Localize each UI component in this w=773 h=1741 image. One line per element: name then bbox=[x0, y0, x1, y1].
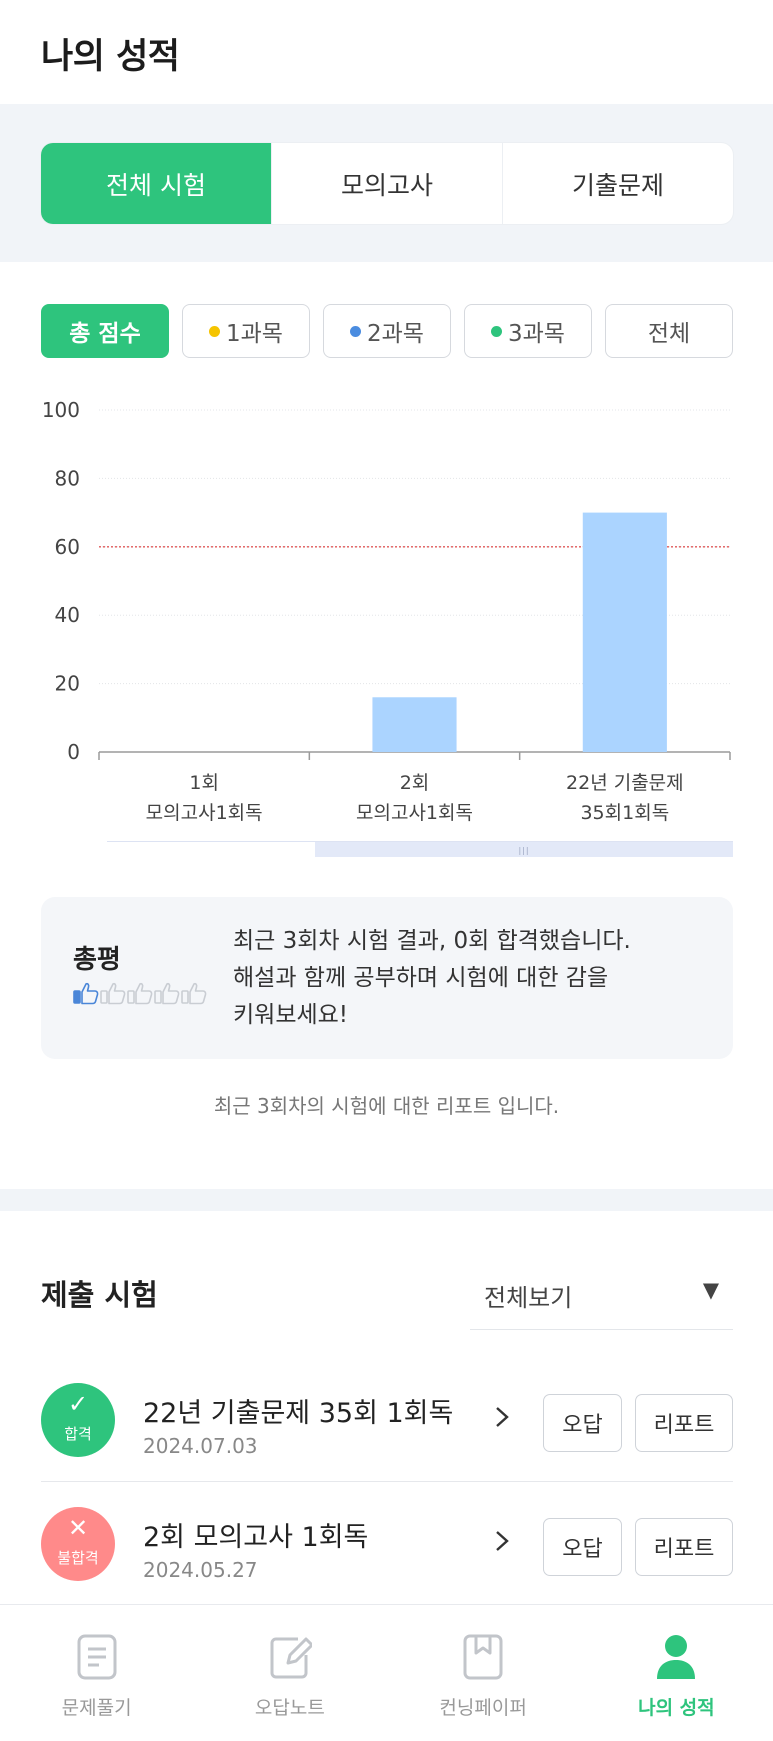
filter-label: 총 점수 bbox=[69, 321, 141, 347]
wrong-answers-button[interactable]: 오답 bbox=[543, 1518, 622, 1576]
pass-badge: ✓ 합격 bbox=[41, 1383, 115, 1457]
scrollbar-thumb[interactable]: ||| bbox=[315, 842, 733, 857]
filter-label: 2과목 bbox=[367, 321, 424, 347]
select-value: 전체보기 bbox=[484, 1284, 573, 1312]
tab-past-exam[interactable]: 기출문제 bbox=[502, 143, 733, 224]
report-button[interactable]: 리포트 bbox=[635, 1394, 733, 1452]
exam-date: 2024.07.03 bbox=[143, 1434, 258, 1458]
cross-icon: ✕ bbox=[67, 1514, 89, 1542]
x-tick-label: 모의고사1회독 bbox=[356, 802, 473, 824]
score-bar-chart: 0 20 40 60 80 100 1회모의고사1회독 2회모의고사1회독 22년 기출문제 35… bbox=[42, 398, 731, 824]
subject-filter: 총 점수 1과목 2과목 3과목 전체 bbox=[41, 304, 733, 359]
header: 나의 성적 bbox=[0, 0, 773, 104]
filter-subject-1[interactable]: 1과목 bbox=[182, 304, 310, 358]
review-line: 최근 3회차 시험 결과, 0회 합격했습니다. bbox=[233, 928, 631, 954]
filter-subject-3[interactable]: 3과목 bbox=[464, 304, 592, 358]
status-label: 합격 bbox=[64, 1425, 92, 1443]
filter-label: 전체 bbox=[647, 321, 691, 347]
y-tick-label: 80 bbox=[55, 466, 80, 490]
filter-total-score[interactable]: 총 점수 bbox=[41, 304, 169, 358]
y-tick-label: 20 bbox=[55, 672, 80, 696]
fail-badge: ✕ 불합격 bbox=[41, 1507, 115, 1581]
chevron-right-icon[interactable] bbox=[489, 1400, 515, 1434]
person-icon bbox=[657, 1635, 696, 1679]
status-label: 불합격 bbox=[57, 1549, 99, 1567]
filter-all[interactable]: 전체 bbox=[605, 304, 733, 358]
nav-item-my-scores[interactable]: 나의 성적 bbox=[580, 1605, 773, 1741]
report-button[interactable]: 리포트 bbox=[635, 1518, 733, 1576]
nav-label: 컨닝페이퍼 bbox=[439, 1697, 527, 1719]
tab-mock-exam[interactable]: 모의고사 bbox=[271, 143, 502, 224]
exam-row[interactable]: ✓ 합격 22년 기출문제 35회 1회독 2024.07.03 오답 리포트 bbox=[41, 1358, 733, 1482]
exam-name: 2회 모의고사 1회독 bbox=[143, 1522, 369, 1553]
x-tick-label: 1회 bbox=[189, 772, 219, 794]
nav-item-cheat-sheet[interactable]: 컨닝페이퍼 bbox=[387, 1605, 580, 1741]
thumb-up-outline-icon bbox=[181, 982, 207, 1005]
thumb-up-outline-icon bbox=[154, 982, 180, 1005]
exam-type-tabs: 전체 시험 모의고사 기출문제 bbox=[41, 143, 733, 224]
green-dot-icon bbox=[491, 325, 503, 337]
exam-date: 2024.05.27 bbox=[143, 1558, 258, 1582]
review-card: 총평 최근 3회차 시험 결과, 0회 합격했습니다. 해설과 함께 공부하며 … bbox=[41, 897, 733, 1059]
bookmark-book-icon bbox=[463, 1634, 503, 1680]
blue-dot-icon bbox=[350, 325, 362, 337]
filter-subject-2[interactable]: 2과목 bbox=[323, 304, 451, 358]
bar bbox=[372, 697, 457, 752]
section-divider bbox=[0, 1189, 773, 1211]
grip-icon: ||| bbox=[518, 846, 530, 855]
page: 나의 성적 전체 시험 모의고사 기출문제 총 점수 1과목 2과목 3과목 전… bbox=[0, 0, 773, 1741]
nav-label: 오답노트 bbox=[254, 1697, 325, 1719]
review-line: 해설과 함께 공부하며 시험에 대한 감을 bbox=[233, 965, 609, 991]
submitted-filter-select[interactable]: 전체보기 ▼ bbox=[470, 1260, 733, 1330]
nav-label: 나의 성적 bbox=[638, 1697, 715, 1719]
score-chart: 0 20 40 60 80 100 1회모의고사1회독 2회모의고사1회독 22년 기출문제 35… bbox=[30, 386, 745, 866]
review-title: 총평 bbox=[73, 945, 121, 975]
tab-all-exams[interactable]: 전체 시험 bbox=[41, 143, 271, 224]
x-tick-label: 모의고사1회독 bbox=[146, 802, 263, 824]
filter-label: 1과목 bbox=[226, 321, 283, 347]
y-tick-label: 100 bbox=[42, 398, 80, 422]
edit-note-icon bbox=[270, 1637, 312, 1679]
nav-item-wrong-note[interactable]: 오답노트 bbox=[193, 1605, 386, 1741]
review-message: 최근 3회차 시험 결과, 0회 합격했습니다. 해설과 함께 공부하며 시험에… bbox=[233, 923, 703, 1034]
document-icon bbox=[77, 1634, 117, 1680]
x-tick-label: 2회 bbox=[400, 772, 430, 794]
exam-row[interactable]: ✕ 불합격 2회 모의고사 1회독 2024.05.27 오답 리포트 bbox=[41, 1482, 733, 1606]
y-tick-label: 0 bbox=[67, 740, 80, 764]
rating-thumbs bbox=[73, 981, 207, 1005]
review-line: 키워보세요! bbox=[233, 1002, 349, 1028]
chart-horizontal-scrollbar[interactable]: ||| bbox=[107, 841, 733, 857]
y-tick-label: 40 bbox=[55, 603, 80, 627]
thumb-up-filled-icon bbox=[73, 982, 99, 1005]
thumb-up-outline-icon bbox=[100, 982, 126, 1005]
report-caption: 최근 3회차의 시험에 대한 리포트 입니다. bbox=[213, 1094, 560, 1118]
y-tick-label: 60 bbox=[55, 535, 80, 559]
bottom-nav: 문제풀기 오답노트 컨닝페이퍼 나의 성적 bbox=[0, 1604, 773, 1741]
filter-label: 3과목 bbox=[508, 321, 565, 347]
exam-name: 22년 기출문제 35회 1회독 bbox=[143, 1398, 454, 1429]
x-tick-label: 22년 기출문제 bbox=[566, 772, 684, 794]
page-title: 나의 성적 bbox=[41, 37, 180, 77]
x-tick-label: 35회1회독 bbox=[580, 802, 669, 824]
bar bbox=[582, 512, 667, 752]
nav-item-solve[interactable]: 문제풀기 bbox=[0, 1605, 193, 1741]
thumb-up-outline-icon bbox=[127, 982, 153, 1005]
chevron-right-icon[interactable] bbox=[489, 1524, 515, 1558]
wrong-answers-button[interactable]: 오답 bbox=[543, 1394, 622, 1452]
caret-down-icon: ▼ bbox=[702, 1278, 719, 1302]
nav-label: 문제풀기 bbox=[61, 1697, 132, 1719]
yellow-dot-icon bbox=[209, 325, 221, 337]
submitted-title: 제출 시험 bbox=[41, 1278, 158, 1312]
check-icon: ✓ bbox=[67, 1390, 89, 1418]
